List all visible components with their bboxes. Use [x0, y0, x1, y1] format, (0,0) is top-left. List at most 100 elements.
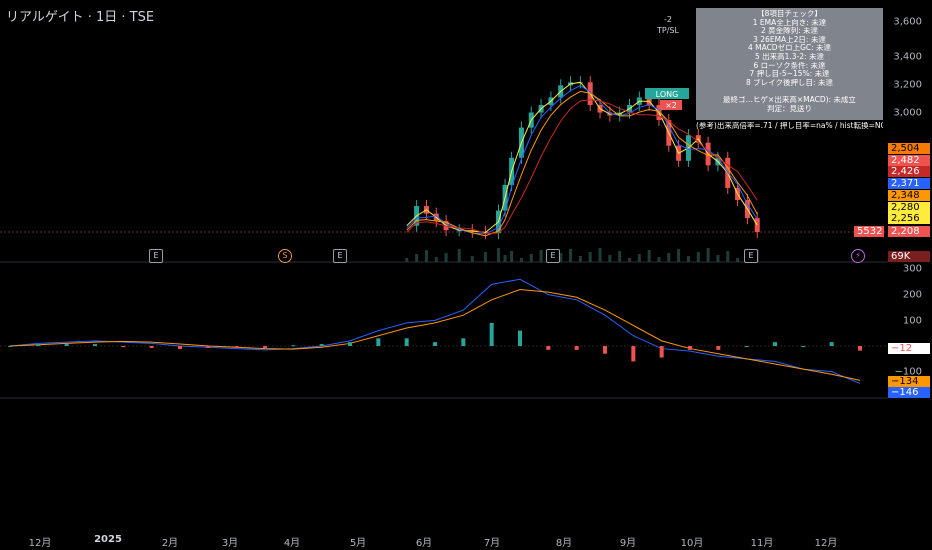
macd-histogram-bar [291, 345, 296, 347]
volume-bar [434, 257, 438, 262]
x-tick-label: 2025 [94, 534, 122, 545]
x-tick-label: 8月 [555, 538, 573, 549]
macd-histogram-bar [489, 322, 494, 346]
volume-bar [657, 257, 661, 262]
y-tick-label: 3,200 [893, 79, 922, 91]
volume-bar [726, 251, 730, 262]
x-tick-label: 4月 [283, 538, 301, 549]
macd-histogram-bar [518, 330, 522, 346]
volume-bar [539, 250, 543, 262]
note-line: 4 MACDゼロ上GC: 未達 [747, 44, 832, 53]
macd-histogram-bar [574, 346, 579, 350]
x-tick-label: 10月 [680, 538, 704, 549]
volume-bar [647, 250, 651, 262]
volume-bar [470, 256, 474, 262]
split-event-marker[interactable]: S [278, 249, 292, 263]
volume-bar [503, 255, 507, 262]
note-line: 7 押し目-5~15%: 未達 [749, 70, 830, 79]
macd-line [9, 289, 861, 381]
macd-tag: −146 [888, 387, 930, 398]
macd-histogram-bar [319, 344, 324, 346]
volume-bar [569, 249, 573, 262]
chart-title: リアルゲイト · 1日 · TSE [6, 10, 155, 25]
x-tick-label: 11月 [750, 538, 774, 549]
note-line: 最終ゴ…ヒゲ×出来高×MACD): 未成立 [723, 95, 856, 104]
macd-histogram-bar [263, 346, 267, 348]
price-tag: 2,371 [888, 178, 930, 189]
macd-histogram-bar [716, 346, 721, 350]
y-tick-label: 3,400 [893, 51, 922, 63]
earnings-event-marker[interactable]: E [546, 249, 560, 263]
macd-histogram-bar [433, 342, 437, 346]
price-tag: 2,256 [888, 213, 930, 224]
price-tag: 2,208 [888, 226, 930, 237]
earnings-event-marker[interactable]: E [744, 249, 758, 263]
macd-histogram-bar [404, 338, 409, 346]
volume-bar [706, 248, 710, 262]
price-tag: 2,504 [888, 143, 930, 154]
checklist-note: 【8項目チェック】 1 EMA全上向き: 未達 2 黄金隊列: 未達 3 26EMA上… [696, 8, 883, 129]
macd-histogram-bar [688, 346, 692, 350]
volume-bar [716, 255, 720, 262]
note-line: 2 黄金隊列: 未達 [760, 27, 819, 36]
volume-bar [578, 256, 582, 262]
volume-tag: 69K [888, 251, 930, 262]
macd-histogram-bar [149, 346, 154, 348]
macd-y-tick-label: 100 [902, 315, 922, 327]
macd-histogram-bar [121, 346, 126, 348]
countdown-tag: 5532 [854, 226, 884, 237]
volume-bar [667, 253, 671, 262]
macd-histogram-bar [348, 342, 352, 346]
x-tick-label: 7月 [483, 538, 501, 549]
note-line [696, 87, 883, 96]
y-tick-label: 3,600 [893, 16, 922, 28]
note-line: 1 EMA全上向き: 未達 [752, 18, 827, 27]
macd-histogram-bar [36, 344, 41, 346]
macd-y-tick-label: 200 [902, 289, 922, 301]
volume-bar [598, 248, 602, 262]
volume-bar [519, 258, 523, 262]
volume-bar [415, 254, 419, 262]
note-line: 判定：見送り [767, 104, 812, 113]
earnings-event-marker[interactable]: E [149, 249, 163, 263]
macd-histogram-bar [659, 346, 664, 358]
volume-bar [588, 252, 592, 262]
volume-bar [497, 248, 500, 262]
macd-histogram-bar [206, 346, 211, 348]
note-line: 8 ブレイク後押し目: 未達 [746, 78, 833, 87]
volume-bar [618, 251, 622, 262]
macd-tag: −134 [888, 376, 930, 387]
macd-histogram-bar [64, 344, 69, 346]
note-line: 【8項目チェック】 [757, 10, 822, 18]
macd-y-tick-label: 300 [902, 263, 922, 275]
x-tick-label: 3月 [221, 538, 239, 549]
macd-line [9, 278, 861, 384]
note-line: (参考)出来高倍率=.71 / 押し目率=na% / hist転換=NO [696, 121, 883, 130]
volume-bar [457, 249, 461, 262]
price-tag: 2,426 [888, 166, 930, 177]
macd-histogram-bar [546, 346, 551, 350]
macd-tag: −12 [888, 343, 930, 354]
volume-bar [424, 250, 428, 262]
x-tick-label: 5月 [349, 538, 367, 549]
macd-histogram-bar [744, 346, 749, 347]
x-tick-label: 6月 [415, 538, 433, 549]
volume-bar [637, 254, 641, 262]
price-tag: 2,348 [888, 190, 930, 201]
earnings-event-marker[interactable]: E [333, 249, 347, 263]
volume-bar [696, 252, 700, 262]
macd-histogram-bar [93, 344, 97, 346]
x-tick-label: 9月 [619, 538, 637, 549]
volume-bar [686, 256, 690, 262]
price-tag: 2,280 [888, 202, 930, 213]
macd-histogram-bar [773, 342, 777, 346]
volume-bar [529, 254, 533, 262]
macd-histogram-bar [178, 346, 182, 350]
price-tag: 2,482 [888, 155, 930, 166]
macd-histogram-bar [376, 338, 381, 346]
alert-event-marker[interactable]: ⚡ [851, 249, 865, 263]
volume-bar [608, 255, 612, 262]
macd-histogram-bar [603, 346, 607, 354]
macd-histogram-bar [461, 338, 466, 346]
macd-histogram-bar [234, 346, 239, 348]
